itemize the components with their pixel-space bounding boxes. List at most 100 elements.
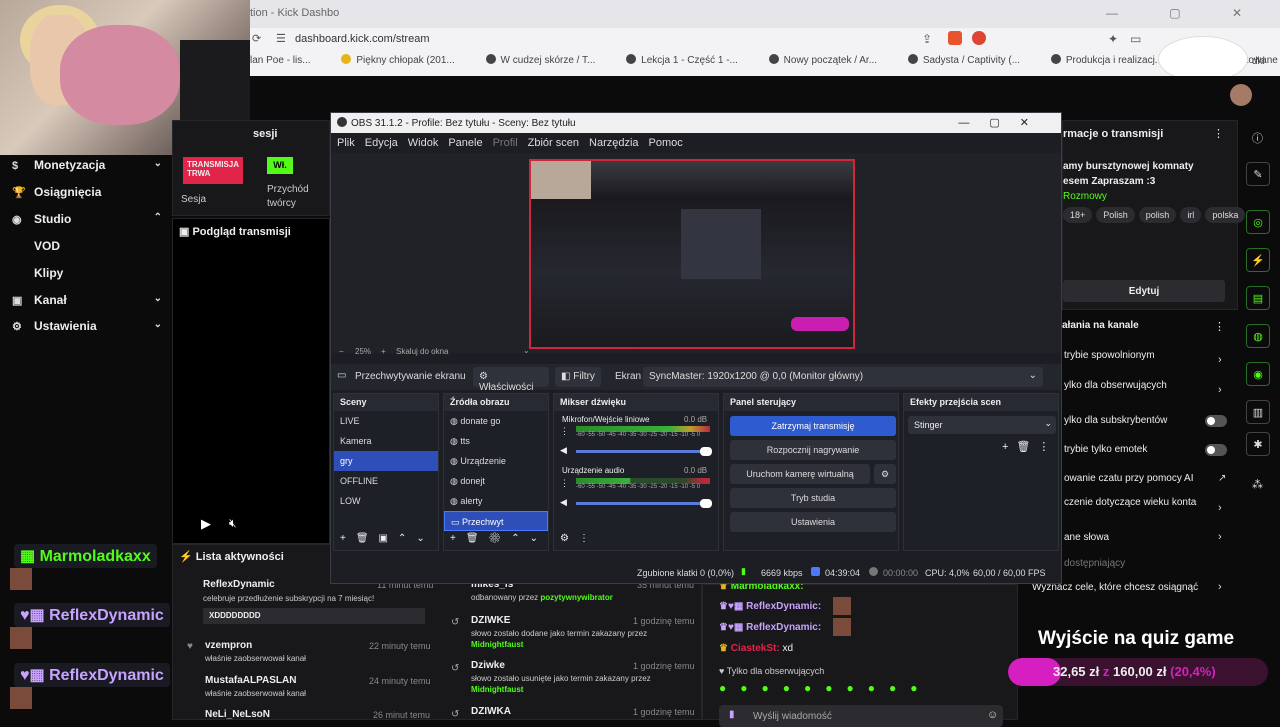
menu-docks[interactable]: Panele xyxy=(448,137,482,149)
mixer-toolbar[interactable]: ⚙⋮ xyxy=(560,533,599,544)
bookmark-item[interactable]: Lekcja 1 - Część 1 -... xyxy=(626,54,752,66)
share-icon[interactable]: ⇪ xyxy=(922,32,932,46)
properties-button[interactable]: ⚙ Właściwości xyxy=(473,367,549,393)
bookmark-item[interactable]: Piękny chłopak (201... xyxy=(341,54,468,66)
transition-toolbar[interactable]: +🗑⋮ xyxy=(1002,440,1057,453)
speaker-icon[interactable]: ◀ xyxy=(560,445,567,456)
broadcast-icon[interactable]: ◉ xyxy=(1246,362,1270,386)
browser-tab[interactable]: tion - Kick Dashbo xyxy=(250,7,339,19)
scene-item[interactable]: LOW xyxy=(334,491,438,511)
source-item[interactable]: ◍ alerty xyxy=(444,491,548,511)
sidebar-item-achievements[interactable]: 🏆 Osiągnięcia xyxy=(12,185,101,199)
scenes-toolbar[interactable]: +🗑▣⌃⌄ xyxy=(340,533,435,544)
more-icon[interactable]: ⋮ xyxy=(1214,320,1225,333)
clipboard-icon[interactable]: ▤ xyxy=(1246,286,1270,310)
emote-bar[interactable]: ●●●●●●●●●● xyxy=(719,681,1009,697)
source-item[interactable]: ◍ donate go xyxy=(444,411,548,431)
stream-category[interactable]: Rozmowy xyxy=(1063,191,1107,202)
menu-tools[interactable]: Narzędzia xyxy=(589,137,639,149)
chevron-right-icon[interactable]: › xyxy=(1218,581,1222,593)
mic-icon[interactable]: ▮ xyxy=(729,709,735,720)
tag[interactable]: irl xyxy=(1180,207,1202,223)
target-icon[interactable]: ◎ xyxy=(1246,210,1270,234)
subs-only-toggle[interactable] xyxy=(1205,415,1227,427)
stop-stream-button[interactable]: Zatrzymaj transmisję xyxy=(730,416,896,436)
undo-icon[interactable]: ↺ xyxy=(451,617,459,628)
brave-shield-icon[interactable] xyxy=(948,31,962,45)
more-icon[interactable]: ⋮ xyxy=(1213,127,1224,140)
chevron-right-icon[interactable]: › xyxy=(1218,531,1222,543)
action-slow-mode[interactable]: trybie spowolnionym xyxy=(1064,350,1155,361)
scene-item[interactable]: Kamera xyxy=(334,431,438,451)
volume-slider[interactable] xyxy=(576,499,712,508)
more-icon[interactable]: ⋮ xyxy=(560,426,569,437)
window-controls[interactable]: — ▢ ✕ xyxy=(1106,6,1266,20)
sources-toolbar[interactable]: +🗑⚙⌃⌄ xyxy=(450,533,548,544)
tag[interactable]: 18+ xyxy=(1063,207,1093,223)
tag[interactable]: polish xyxy=(1138,207,1177,223)
start-recording-button[interactable]: Rozpocznij nagrywanie xyxy=(730,440,896,460)
play-icon[interactable]: ▶ xyxy=(201,516,211,532)
menu-view[interactable]: Widok xyxy=(408,137,439,149)
reload-icon[interactable]: ⟳ xyxy=(252,32,261,45)
sidebar-item-monetization[interactable]: $ Monetyzacja ⌄ xyxy=(12,158,162,172)
virtual-camera-settings-icon[interactable]: ⚙ xyxy=(874,464,896,484)
chevron-right-icon[interactable]: › xyxy=(1218,384,1222,396)
menu-scene-collection[interactable]: Zbiór scen xyxy=(528,137,579,149)
sidebar-toggle-icon[interactable]: ▭ xyxy=(1130,32,1141,46)
undo-icon[interactable]: ↺ xyxy=(451,663,459,674)
emoji-icon[interactable]: ☺ xyxy=(987,709,998,721)
site-info-icon[interactable]: ☰ xyxy=(276,32,286,45)
filters-button[interactable]: ◧ Filtry xyxy=(555,367,601,387)
scene-item[interactable]: OFFLINE xyxy=(334,471,438,491)
action-banned-words[interactable]: ane słowa xyxy=(1064,532,1109,543)
volume-slider[interactable] xyxy=(576,447,712,456)
preview-source-frame[interactable] xyxy=(529,159,855,349)
chevron-right-icon[interactable]: › xyxy=(1218,502,1222,514)
emote-only-toggle[interactable] xyxy=(1205,444,1227,456)
url-text[interactable]: dashboard.kick.com/stream xyxy=(295,33,430,45)
bookmark-more[interactable]: dki xyxy=(1252,56,1265,67)
speaker-icon[interactable]: ◀ xyxy=(560,497,567,508)
source-item-selected[interactable]: ▭ Przechwyt xyxy=(444,511,548,531)
sidebar-item-settings[interactable]: ⚙ Ustawienia ⌄ xyxy=(12,319,162,333)
more-icon[interactable]: ⋮ xyxy=(560,478,569,489)
menu-help[interactable]: Pomoc xyxy=(649,137,683,149)
edit-button[interactable]: Edytuj xyxy=(1063,280,1225,302)
chevron-down-icon[interactable]: ⌄ xyxy=(523,346,530,355)
external-link-icon[interactable]: ↗ xyxy=(1218,473,1226,484)
virtual-camera-button[interactable]: Uruchom kamerę wirtualną xyxy=(730,464,870,484)
chevron-right-icon[interactable]: › xyxy=(1218,354,1222,366)
obs-window-controls[interactable]: —▢✕ xyxy=(958,116,1049,129)
bolt-icon[interactable]: ⚡ xyxy=(1246,248,1270,272)
screen-select[interactable]: SyncMaster: 1920x1200 @ 0,0 (Monitor głó… xyxy=(643,367,1043,387)
edit-icon[interactable]: ✎ xyxy=(1246,162,1270,186)
layout-icon[interactable]: ▥ xyxy=(1246,400,1270,424)
mute-icon[interactable]: 🔇︎ xyxy=(229,516,237,531)
menu-file[interactable]: Plik xyxy=(337,137,355,149)
source-item[interactable]: ◍ tts xyxy=(444,431,548,451)
extensions-icon[interactable]: ✦ xyxy=(1108,32,1118,46)
chat-input[interactable]: ▮ Wyślij wiadomość ☺ xyxy=(719,705,1003,727)
obs-preview[interactable] xyxy=(331,153,1061,353)
transition-select[interactable]: Stinger ⌄ xyxy=(908,416,1056,434)
chat-icon[interactable]: ◍ xyxy=(1246,324,1270,348)
action-ai-moderation[interactable]: owanie czatu przy pomocy AI xyxy=(1064,473,1194,484)
action-followers-only[interactable]: ylko dla obserwujących xyxy=(1064,380,1167,391)
menu-edit[interactable]: Edycja xyxy=(365,137,398,149)
sidebar-item-vod[interactable]: VOD xyxy=(34,239,60,253)
bookmark-item[interactable]: Sadysta / Captivity (... xyxy=(907,54,1034,66)
scene-item-selected[interactable]: gry xyxy=(334,451,438,471)
avatar[interactable] xyxy=(1230,84,1252,106)
settings-button[interactable]: Ustawienia xyxy=(730,512,896,532)
sidebar-item-studio[interactable]: ◉ Studio ⌃ xyxy=(12,212,162,226)
bookmark-item[interactable]: W cudzej skórze / T... xyxy=(485,54,610,66)
scene-item[interactable]: LIVE xyxy=(334,411,438,431)
action-account-age[interactable]: czenie dotyczące wieku konta xyxy=(1064,497,1196,508)
wrench-icon[interactable]: ✱ xyxy=(1246,432,1270,456)
sidebar-item-channel[interactable]: ▣ Kanał ⌄ xyxy=(12,293,162,307)
bookmark-item[interactable]: Nowy początek / Ar... xyxy=(768,54,891,66)
undo-icon[interactable]: ↺ xyxy=(451,709,459,720)
info-icon[interactable]: ⓘ xyxy=(1252,130,1263,146)
address-bar[interactable]: ⟳ ☰ dashboard.kick.com/stream xyxy=(250,30,1150,50)
